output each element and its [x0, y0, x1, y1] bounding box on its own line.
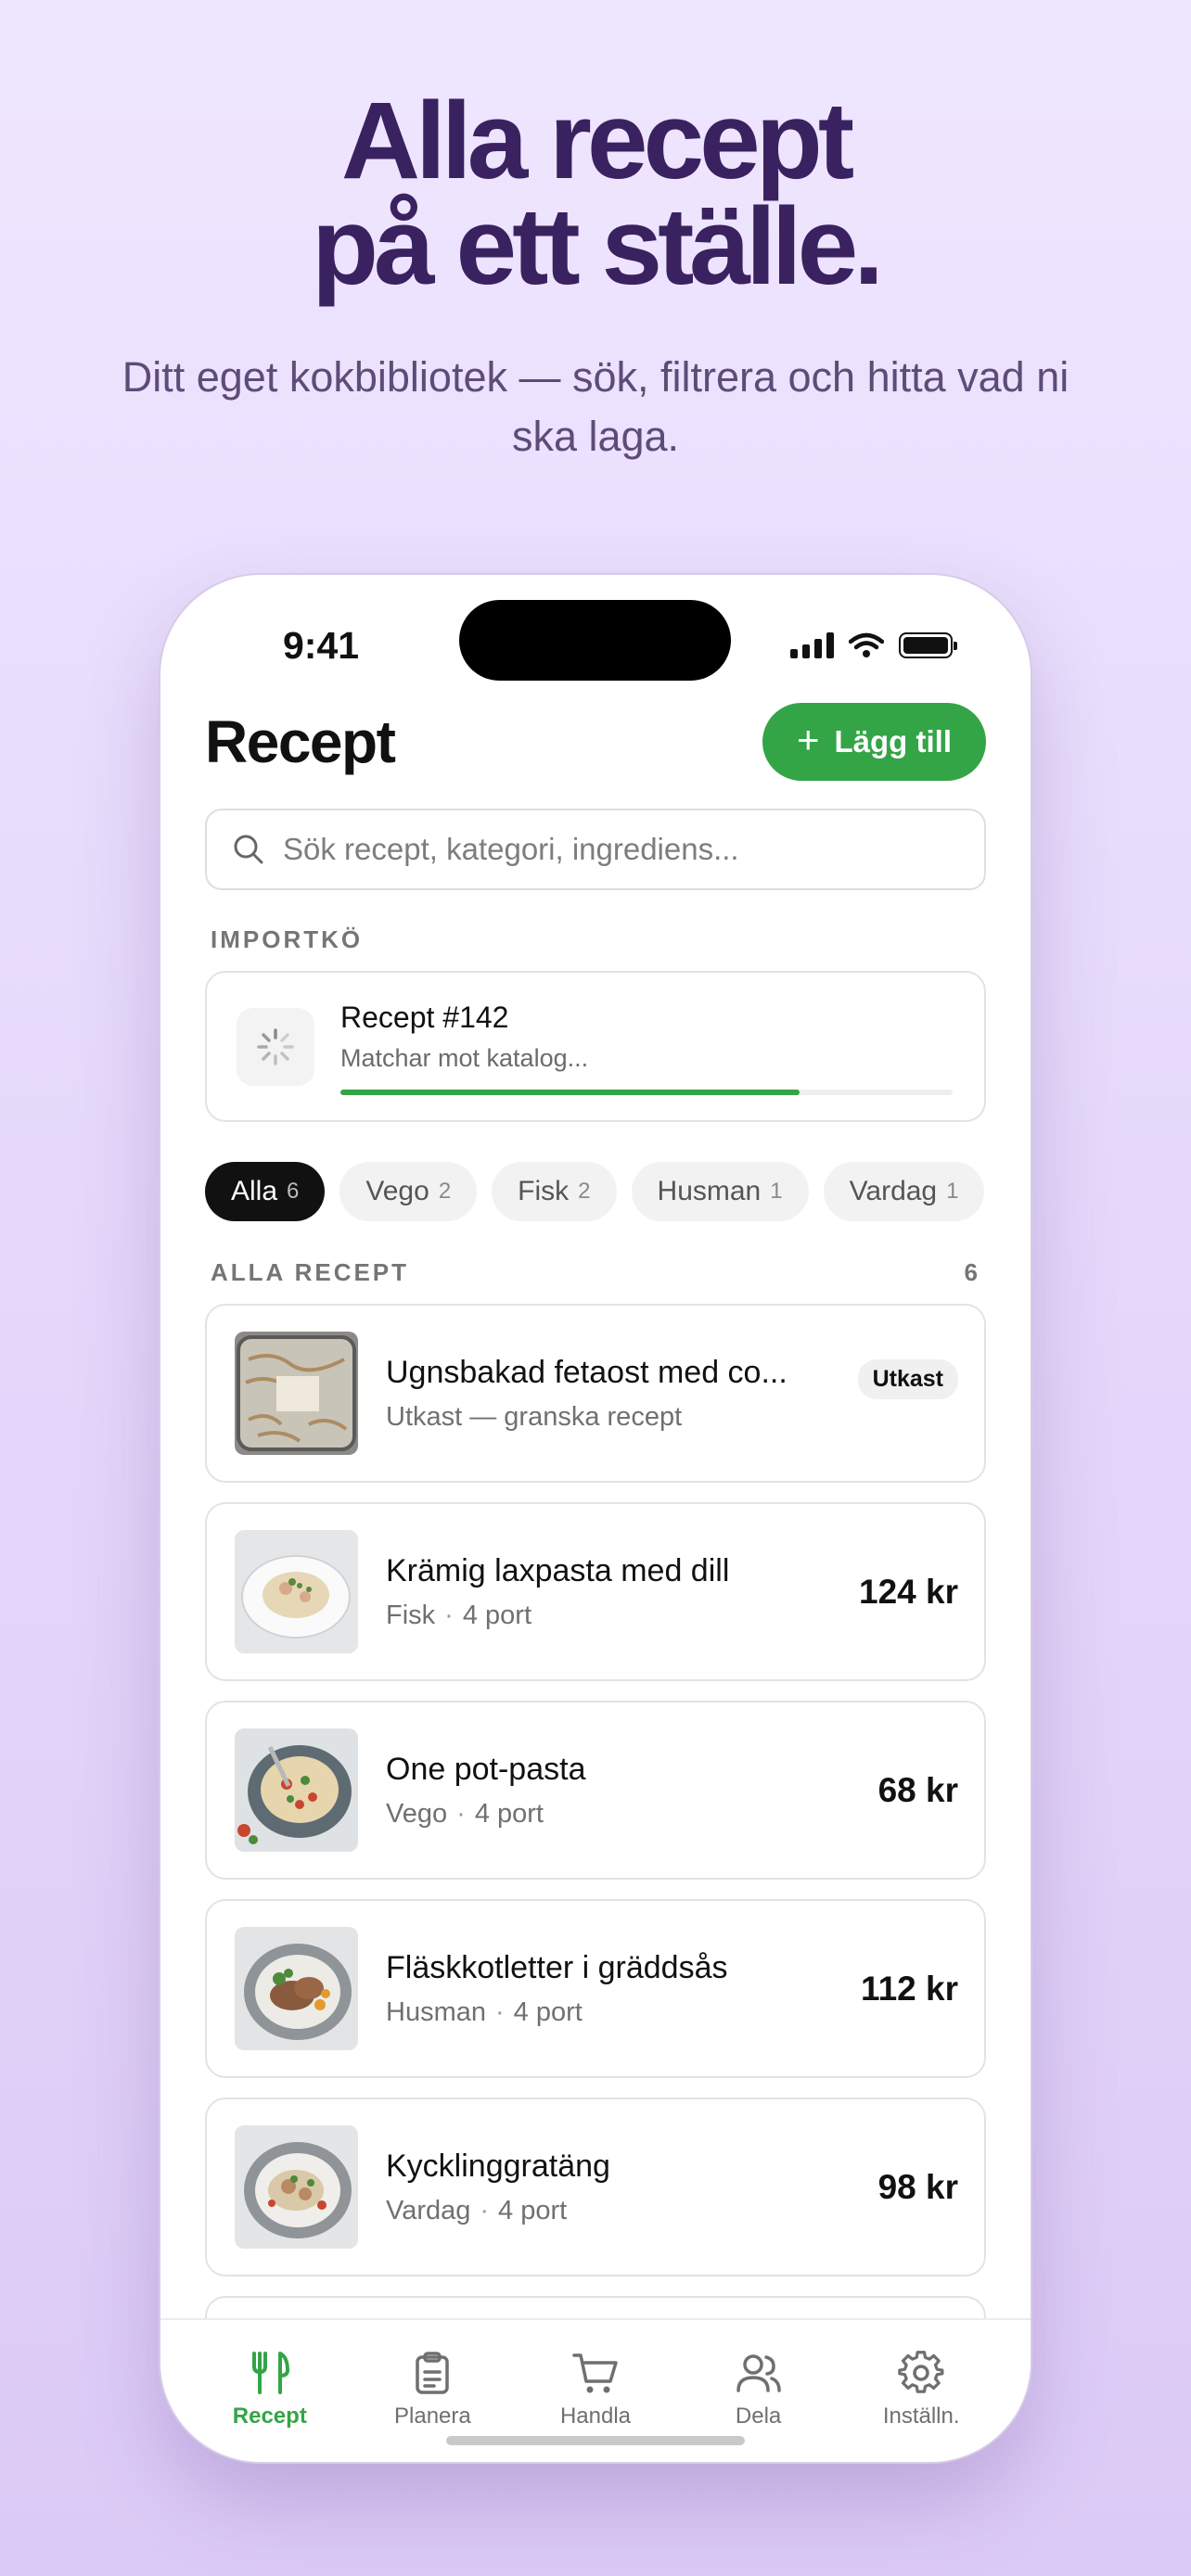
filter-chip-husman[interactable]: Husman 1 — [631, 1162, 809, 1221]
import-progress-fill — [340, 1090, 800, 1095]
dynamic-island — [459, 600, 731, 681]
import-status: Matchar mot katalog... — [340, 1043, 589, 1072]
clipboard-icon — [416, 2352, 450, 2394]
recipe-card[interactable]: Krämig laxpasta med dill Fisk · 4 port 124… — [205, 1502, 986, 1681]
search-bar[interactable] — [205, 809, 986, 890]
draft-badge: Utkast — [857, 1359, 958, 1399]
recipe-price: 112 kr — [861, 1969, 958, 2008]
search-input[interactable] — [283, 832, 932, 867]
people-icon — [736, 2354, 781, 2392]
add-recipe-button[interactable]: + Lägg till — [762, 703, 986, 781]
spinner-icon — [237, 1007, 314, 1086]
recipe-meta: Vego · 4 port — [386, 1798, 544, 1829]
recipe-card[interactable]: Ugnsbakad fetaost med co... Utkast — gra… — [205, 1304, 986, 1483]
status-time: 9:41 — [283, 624, 360, 667]
wifi-icon — [849, 632, 884, 657]
recipe-thumbnail — [235, 1530, 358, 1653]
fork-knife-icon — [251, 2352, 289, 2394]
recipe-title: Fläskkotletter i gräddsås — [386, 1949, 728, 1985]
filter-chip-vardag[interactable]: Vardag 1 — [823, 1162, 985, 1221]
filter-chip-vego[interactable]: Vego 2 — [339, 1162, 478, 1221]
recipe-title: Ugnsbakad fetaost med co... — [386, 1354, 788, 1390]
plus-icon: + — [796, 718, 820, 761]
recipe-count: 6 — [964, 1258, 980, 1286]
import-title: Recept #142 — [340, 1000, 509, 1034]
filter-chip-fisk[interactable]: Fisk 2 — [492, 1162, 617, 1221]
add-recipe-label: Lägg till — [834, 724, 953, 759]
recipe-card[interactable]: Fläskkotletter i gräddsås Husman · 4 port … — [205, 1899, 986, 2078]
header: Recept + Lägg till — [205, 702, 986, 782]
recipe-price: 124 kr — [859, 1572, 958, 1611]
phone-frame: 9:41 Recept + Lägg till IMPOR — [160, 575, 1031, 2462]
hero-title: Alla recept på ett ställe. — [311, 80, 884, 308]
recipe-meta: Husman · 4 port — [386, 1996, 583, 2027]
recipe-card[interactable]: One pot-pasta Vego · 4 port 68 kr — [205, 1701, 986, 1880]
all-recipes-label: ALLA RECEPT 6 — [211, 1258, 980, 1286]
recipe-meta: Fisk · 4 port — [386, 1600, 532, 1630]
filter-chip-alla[interactable]: Alla 6 — [205, 1162, 326, 1221]
recipe-price: 98 kr — [877, 2167, 958, 2206]
filter-chips: Alla 6 Vego 2 Fisk 2 Husman 1 Vardag 1 — [205, 1162, 986, 1221]
recipe-thumbnail — [235, 1927, 358, 2050]
page-title: Recept — [205, 708, 396, 775]
import-progress-bar — [340, 1090, 953, 1095]
search-icon — [234, 835, 263, 864]
hero-subtitle: Ditt eget kokbibliotek — sök, filtrera o… — [122, 353, 1069, 460]
import-queue-label: IMPORTKÖ — [211, 925, 364, 953]
recipes-screen: Recept + Lägg till IMPORTKÖ — [205, 702, 986, 2352]
recipe-list: Ugnsbakad fetaost med co... Utkast — gra… — [205, 1304, 986, 2352]
hero: Alla recept på ett ställe. Ditt eget kok… — [0, 80, 1191, 466]
recipe-meta: Utkast — granska recept — [386, 1401, 683, 1432]
recipe-thumbnail — [235, 1332, 358, 1455]
import-queue-card[interactable]: Recept #142 Matchar mot katalog... — [205, 971, 986, 1122]
cellular-signal-icon — [790, 632, 834, 658]
recipe-thumbnail — [235, 2125, 358, 2249]
gear-icon — [898, 2351, 944, 2393]
recipe-title: One pot-pasta — [386, 1751, 586, 1787]
cart-icon — [572, 2353, 618, 2393]
battery-icon — [899, 632, 957, 658]
recipe-thumbnail — [235, 1728, 358, 1852]
recipe-title: Kycklinggratäng — [386, 2148, 610, 2184]
recipe-card[interactable]: Kycklinggratäng Vardag · 4 port 98 kr — [205, 2098, 986, 2276]
recipe-meta: Vardag · 4 port — [386, 2195, 568, 2225]
status-icons — [790, 632, 957, 658]
recipe-price: 68 kr — [877, 1770, 958, 1809]
recipe-title: Krämig laxpasta med dill — [386, 1552, 730, 1588]
tab-installningar[interactable]: Inställn. — [852, 2320, 991, 2462]
tab-recept[interactable]: Recept — [200, 2320, 339, 2462]
home-indicator — [446, 2436, 745, 2445]
